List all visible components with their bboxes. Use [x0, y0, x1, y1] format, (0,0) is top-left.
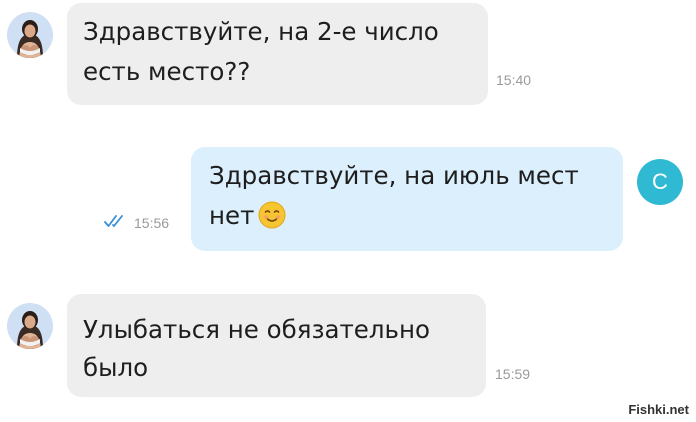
message-text-line: есть место?? — [83, 57, 251, 86]
message-timestamp: 15:40 — [496, 72, 532, 88]
message-text-line: Здравствуйте, на 2-е число — [83, 17, 439, 46]
message-timestamp: 15:59 — [495, 366, 531, 382]
read-double-check-icon — [104, 215, 123, 227]
smiling-face-emoji-icon — [258, 201, 286, 229]
user-avatar[interactable]: C — [637, 159, 683, 205]
message-text-line: нет — [209, 198, 286, 233]
message-timestamp: 15:56 — [134, 215, 170, 231]
message-text-line: Улыбаться не обязательно — [83, 315, 430, 344]
message-text-line: было — [83, 353, 149, 382]
message-text-line: Здравствуйте, на июль мест — [209, 161, 579, 190]
watermark: Fishki.net — [628, 402, 689, 417]
contact-avatar[interactable] — [7, 12, 53, 58]
message-text-fragment: нет — [209, 201, 255, 230]
contact-avatar[interactable] — [7, 303, 53, 349]
